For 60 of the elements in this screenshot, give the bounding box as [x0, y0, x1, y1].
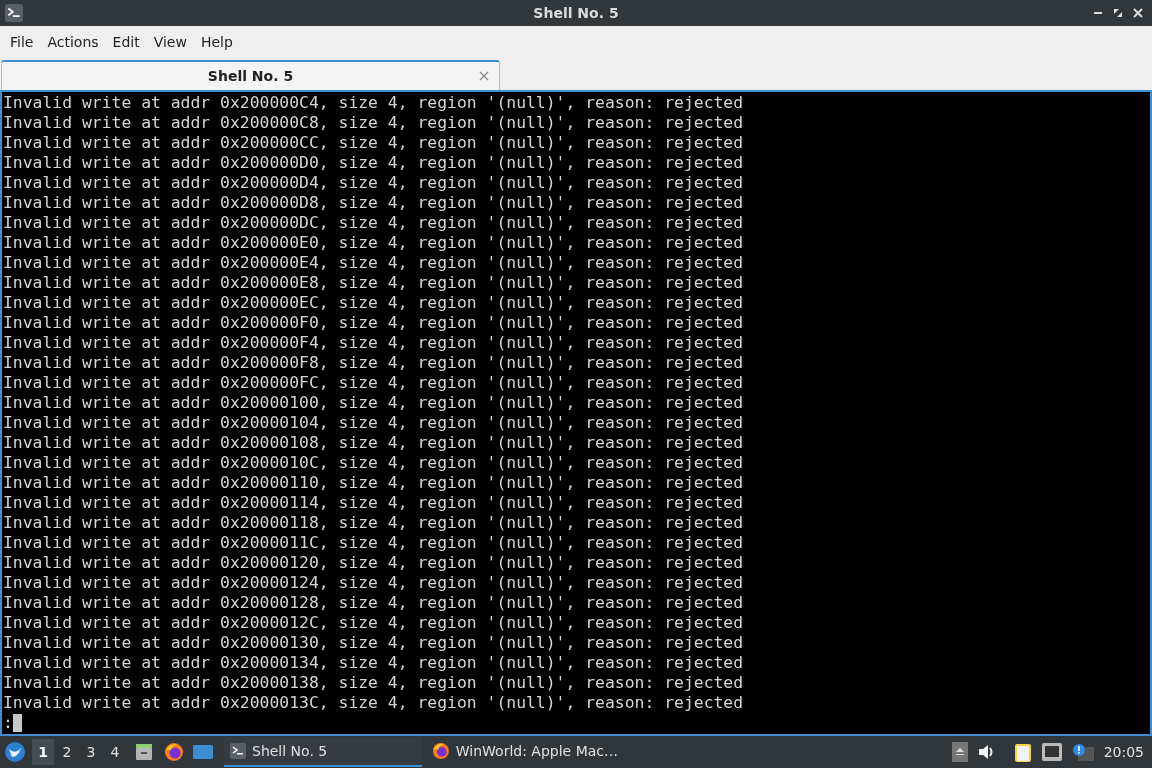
- terminal-line: Invalid write at addr 0x20000130, size 4, region '(null)', reason: rejected: [3, 633, 744, 653]
- terminal-line: Invalid write at addr 0x2000013C, size 4, region '(null)', reason: rejected: [3, 693, 744, 713]
- terminal-line: Invalid write at addr 0x200000E4, size 4, region '(null)', reason: rejected: [3, 253, 744, 273]
- terminal-line: Invalid write at addr 0x200000F8, size 4, region '(null)', reason: rejected: [3, 353, 744, 373]
- desktop-icon[interactable]: [192, 743, 214, 761]
- terminal-line: Invalid write at addr 0x2000010C, size 4, region '(null)', reason: rejected: [3, 453, 744, 473]
- workspace-button[interactable]: 3: [80, 739, 102, 765]
- terminal-line: Invalid write at addr 0x200000FC, size 4, region '(null)', reason: rejected: [3, 373, 744, 393]
- workspace-button[interactable]: 4: [104, 739, 126, 765]
- menu-item[interactable]: Help: [193, 31, 240, 53]
- menu-item[interactable]: Edit: [105, 31, 147, 53]
- terminal-line: Invalid write at addr 0x200000E8, size 4, region '(null)', reason: rejected: [3, 273, 744, 293]
- terminal-line: Invalid write at addr 0x20000118, size 4, region '(null)', reason: rejected: [3, 513, 744, 533]
- terminal-icon: [5, 4, 23, 22]
- terminal-line: Invalid write at addr 0x200000D0, size 4, region '(null)', reason: rejected: [3, 153, 744, 173]
- terminal-line: Invalid write at addr 0x200000C4, size 4, region '(null)', reason: rejected: [3, 93, 744, 113]
- terminal-line: Invalid write at addr 0x20000128, size 4, region '(null)', reason: rejected: [3, 593, 744, 613]
- cursor: [12, 714, 22, 732]
- prompt: :: [3, 713, 13, 733]
- terminal-line: Invalid write at addr 0x200000DC, size 4, region '(null)', reason: rejected: [3, 213, 744, 233]
- menu-item[interactable]: File: [3, 31, 41, 53]
- workspace-button[interactable]: 2: [56, 739, 78, 765]
- terminal-line: Invalid write at addr 0x200000D4, size 4, region '(null)', reason: rejected: [3, 173, 744, 193]
- clipboard-icon[interactable]: [1013, 742, 1032, 762]
- menu-item[interactable]: Actions: [40, 31, 106, 53]
- terminal-line: Invalid write at addr 0x20000110, size 4, region '(null)', reason: rejected: [3, 473, 744, 493]
- terminal-line: Invalid write at addr 0x200000F0, size 4, region '(null)', reason: rejected: [3, 313, 744, 333]
- firefox-icon[interactable]: [164, 742, 184, 762]
- terminal-line: Invalid write at addr 0x200000E0, size 4, region '(null)', reason: rejected: [3, 233, 744, 253]
- terminal-line: Invalid write at addr 0x2000012C, size 4, region '(null)', reason: rejected: [3, 613, 744, 633]
- terminal-line: Invalid write at addr 0x200000CC, size 4, region '(null)', reason: rejected: [3, 133, 744, 153]
- maximize-icon[interactable]: [1113, 8, 1123, 18]
- terminal-line: Invalid write at addr 0x20000108, size 4, region '(null)', reason: rejected: [3, 433, 744, 453]
- menu-item[interactable]: View: [146, 31, 194, 53]
- network-icon[interactable]: [1041, 743, 1062, 761]
- clock[interactable]: 20:05: [1103, 741, 1148, 763]
- terminal-line: Invalid write at addr 0x20000100, size 4, region '(null)', reason: rejected: [3, 393, 744, 413]
- window-title: Shell No. 5: [533, 3, 619, 23]
- terminal-line: Invalid write at addr 0x200000D8, size 4, region '(null)', reason: rejected: [3, 193, 744, 213]
- terminal-line: Invalid write at addr 0x20000134, size 4, region '(null)', reason: rejected: [3, 653, 744, 673]
- terminal-line: Invalid write at addr 0x200000F4, size 4, region '(null)', reason: rejected: [3, 333, 744, 353]
- terminal-line: Invalid write at addr 0x20000104, size 4, region '(null)', reason: rejected: [3, 413, 744, 433]
- terminal-pane[interactable]: [0, 90, 1152, 736]
- terminal-line: Invalid write at addr 0x20000120, size 4, region '(null)', reason: rejected: [3, 553, 744, 573]
- terminal-line: Invalid write at addr 0x20000138, size 4, region '(null)', reason: rejected: [3, 673, 744, 693]
- terminal-line: Invalid write at addr 0x20000114, size 4, region '(null)', reason: rejected: [3, 493, 744, 513]
- notification-icon[interactable]: [1071, 743, 1094, 761]
- terminal-line: Invalid write at addr 0x2000011C, size 4, region '(null)', reason: rejected: [3, 533, 744, 553]
- terminal-icon: [230, 743, 246, 759]
- eject-icon[interactable]: [951, 742, 968, 762]
- workspace-button[interactable]: 1: [32, 739, 54, 765]
- taskbar-task[interactable]: WinWorld: Apple Mac…: [426, 737, 624, 767]
- start-menu-icon[interactable]: [4, 741, 26, 763]
- terminal-line: Invalid write at addr 0x20000124, size 4, region '(null)', reason: rejected: [3, 573, 744, 593]
- firefox-icon[interactable]: [432, 741, 450, 761]
- file-manager-icon[interactable]: [134, 742, 154, 762]
- taskbar-task[interactable]: Shell No. 5: [224, 737, 422, 767]
- terminal-line: Invalid write at addr 0x200000EC, size 4, region '(null)', reason: rejected: [3, 293, 744, 313]
- tab[interactable]: Shell No. 5: [1, 60, 500, 90]
- terminal-line: Invalid write at addr 0x200000C8, size 4, region '(null)', reason: rejected: [3, 113, 744, 133]
